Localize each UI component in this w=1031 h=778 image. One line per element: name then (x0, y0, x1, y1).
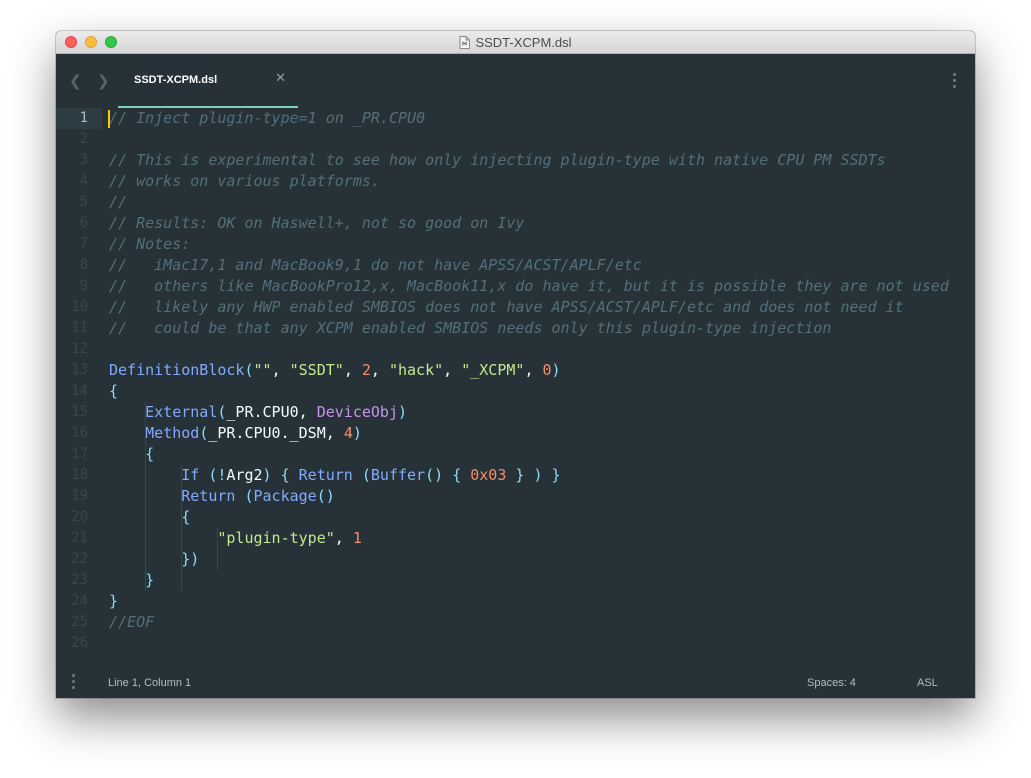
close-icon[interactable]: ✕ (275, 71, 286, 86)
code-text: // Inject plugin-type=1 on _PR.CPU0 (109, 109, 426, 127)
chevron-right-icon[interactable]: ❯ (97, 72, 110, 90)
code-text: // iMac17,1 and MacBook9,1 do not have A… (109, 256, 642, 274)
code-line[interactable]: 13 DefinitionBlock("", "SSDT", 2, "hack",… (56, 360, 975, 381)
code-line[interactable]: 26 (56, 633, 975, 654)
code-line[interactable]: 5 // (56, 192, 975, 213)
code-text: // others like MacBookPro12,x, MacBook11… (109, 277, 949, 295)
code-text: DefinitionBlock("", "SSDT", 2, "hack", "… (109, 361, 561, 379)
line-number: 24 (71, 593, 88, 609)
code-text: } (145, 571, 155, 589)
panel-toggle-icon[interactable] (72, 674, 76, 692)
cursor-position[interactable]: Line 1, Column 1 (108, 677, 191, 689)
editor-window: SSDT-XCPM.dsl ❮ ❯ SSDT-XCPM.dsl ✕ 1 // In… (56, 31, 975, 698)
code-line[interactable]: 24} (56, 591, 975, 612)
code-text: External(_PR.CPU0, DeviceObj) (145, 403, 408, 421)
code-text: Method(_PR.CPU0._DSM, 4) (145, 424, 362, 442)
chevron-left-icon[interactable]: ❮ (69, 72, 82, 90)
tab-label: SSDT-XCPM.dsl (134, 74, 218, 86)
line-number: 13 (71, 362, 88, 378)
code-line[interactable]: 9 // others like MacBookPro12,x, MacBook1… (56, 276, 975, 297)
line-number: 16 (71, 425, 88, 441)
code-line[interactable]: 21 "plugin-type", 1 (56, 528, 975, 549)
line-number: 6 (79, 215, 88, 231)
code-line[interactable]: 22 }) (56, 549, 975, 570)
line-number: 8 (79, 257, 88, 273)
code-line[interactable]: 17 { (56, 444, 975, 465)
code-text: } (109, 592, 119, 610)
code-line[interactable]: 16 Method(_PR.CPU0._DSM, 4) (56, 423, 975, 444)
code-line[interactable]: 8 // iMac17,1 and MacBook9,1 do not have … (56, 255, 975, 276)
code-text: { (109, 382, 119, 400)
window-title: SSDT-XCPM.dsl (56, 35, 975, 50)
code-line[interactable]: 6 // Results: OK on Haswell+, not so good… (56, 213, 975, 234)
code-text: // This is experimental to see how only … (109, 151, 886, 169)
line-number: 17 (71, 446, 88, 462)
code-line[interactable]: 19 Return (Package() (56, 486, 975, 507)
indent-guide (181, 465, 182, 591)
line-number: 2 (79, 131, 88, 147)
line-number: 14 (71, 383, 88, 399)
line-number: 11 (71, 320, 88, 336)
code-text: { (145, 445, 155, 463)
code-line[interactable]: 18 If (!Arg2) { Return (Buffer() { 0x03 … (56, 465, 975, 486)
line-number: 10 (71, 299, 88, 315)
window-title-text: SSDT-XCPM.dsl (475, 35, 572, 50)
line-number: 12 (71, 341, 88, 357)
code-line[interactable]: 12 (56, 339, 975, 360)
line-number: 22 (71, 551, 88, 567)
line-number: 15 (71, 404, 88, 420)
code-line[interactable]: 25 //EOF (56, 612, 975, 633)
code-text: If (!Arg2) { Return (Buffer() { 0x03 } )… (181, 466, 561, 484)
code-text: // works on various platforms. (109, 172, 380, 190)
code-line[interactable]: 11 // could be that any XCPM enabled SMBI… (56, 318, 975, 339)
code-line[interactable]: 10 // likely any HWP enabled SMBIOS does … (56, 297, 975, 318)
code-text: Return (Package() (181, 487, 335, 505)
line-number: 9 (79, 278, 88, 294)
title-bar[interactable]: SSDT-XCPM.dsl (56, 31, 975, 54)
document-icon (459, 36, 471, 49)
line-number: 5 (79, 194, 88, 210)
indent-guide (145, 402, 146, 591)
line-number: 20 (71, 509, 88, 525)
line-number: 23 (71, 572, 88, 588)
line-number: 1 (79, 110, 88, 126)
code-line[interactable]: 4 // works on various platforms. (56, 171, 975, 192)
line-number: 26 (71, 635, 88, 651)
line-number: 18 (71, 467, 88, 483)
code-text: }) (181, 550, 200, 568)
code-line[interactable]: 2 (56, 129, 975, 150)
code-line[interactable]: 1 // Inject plugin-type=1 on _PR.CPU0 (56, 108, 975, 129)
syntax-selector[interactable]: ASL (917, 677, 938, 689)
line-number: 3 (79, 152, 88, 168)
code-line[interactable]: 20 { (56, 507, 975, 528)
code-line[interactable]: 23 } (56, 570, 975, 591)
code-text: // Results: OK on Haswell+, not so good … (109, 214, 525, 232)
code-line[interactable]: 15 External(_PR.CPU0, DeviceObj) (56, 402, 975, 423)
indentation-setting[interactable]: Spaces: 4 (807, 677, 856, 689)
code-line[interactable]: 14 { (56, 381, 975, 402)
code-line[interactable]: 7 // Notes: (56, 234, 975, 255)
code-text: //EOF (109, 613, 155, 631)
code-text: // likely any HWP enabled SMBIOS does no… (109, 298, 904, 316)
text-cursor (108, 110, 110, 128)
vertical-dots-icon[interactable] (953, 73, 957, 91)
indent-guide (217, 528, 218, 570)
line-number: 7 (79, 236, 88, 252)
code-text: // Notes: (109, 235, 191, 253)
code-text: // (109, 193, 128, 211)
line-number: 19 (71, 488, 88, 504)
line-number: 21 (71, 530, 88, 546)
code-text: // could be that any XCPM enabled SMBIOS… (109, 319, 832, 337)
status-bar: Line 1, Column 1 Spaces: 4 ASL (56, 667, 975, 698)
code-editor[interactable]: 1// Inject plugin-type=1 on _PR.CPU0 2 3//… (56, 108, 975, 674)
code-text: "plugin-type", 1 (217, 529, 362, 547)
tab-ssdt-xcpm[interactable]: SSDT-XCPM.dsl ✕ (118, 54, 298, 108)
line-number: 25 (71, 614, 88, 630)
code-text: { (181, 508, 191, 526)
line-number: 4 (79, 173, 88, 189)
tab-bar: ❮ ❯ SSDT-XCPM.dsl ✕ (56, 54, 975, 108)
code-line[interactable]: 3 // This is experimental to see how only… (56, 150, 975, 171)
